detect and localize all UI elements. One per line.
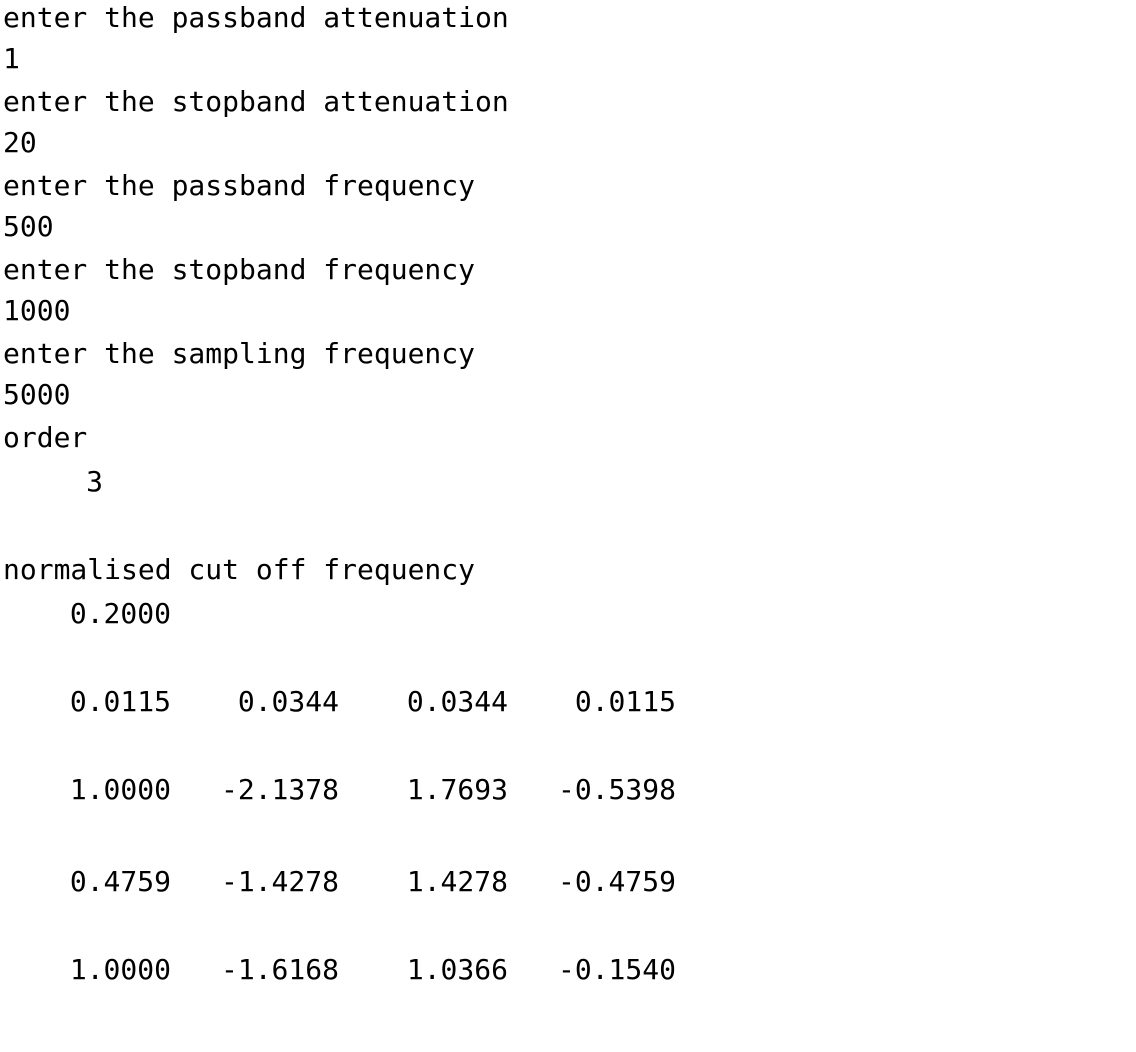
console-output: enter the passband attenuation 1 enter t… [3, 0, 1133, 1052]
coefficient-cell: 1.0000 [69, 953, 171, 986]
input-passband-frequency: 500 [3, 210, 54, 243]
prompt-sampling-frequency: enter the sampling frequency [3, 337, 476, 370]
input-stopband-frequency: 1000 [3, 294, 71, 327]
coefficient-cell: 0.0115 [574, 685, 676, 718]
input-passband-attenuation: 1 [3, 42, 20, 75]
prompt-passband-frequency: enter the passband frequency [3, 169, 476, 202]
coefficient-cell: -0.5398 [557, 773, 676, 806]
order-value: 3 [86, 465, 103, 498]
coefficient-cell: 0.4759 [69, 865, 171, 898]
coefficient-cell: 0.0115 [69, 685, 171, 718]
coefficient-cell: -2.1378 [220, 773, 339, 806]
coefficient-cell: 1.4278 [406, 865, 508, 898]
cutoff-label: normalised cut off frequency [3, 553, 476, 586]
order-label: order [3, 421, 88, 454]
coefficient-cell: 1.0366 [406, 953, 508, 986]
prompt-stopband-frequency: enter the stopband frequency [3, 253, 476, 286]
cutoff-value: 0.2000 [69, 597, 171, 630]
coefficient-cell: 0.0344 [406, 685, 508, 718]
coefficient-cell: -1.6168 [220, 953, 339, 986]
prompt-stopband-attenuation: enter the stopband attenuation [3, 85, 509, 118]
coefficient-cell: 1.7693 [406, 773, 508, 806]
input-stopband-attenuation: 20 [3, 126, 37, 159]
coefficient-cell: -0.4759 [557, 865, 676, 898]
coefficient-cell: -1.4278 [220, 865, 339, 898]
prompt-passband-attenuation: enter the passband attenuation [3, 1, 509, 34]
coefficient-cell: 1.0000 [69, 773, 171, 806]
coefficient-cell: -0.1540 [557, 953, 676, 986]
coefficient-cell: 0.0344 [237, 685, 339, 718]
input-sampling-frequency: 5000 [3, 378, 71, 411]
